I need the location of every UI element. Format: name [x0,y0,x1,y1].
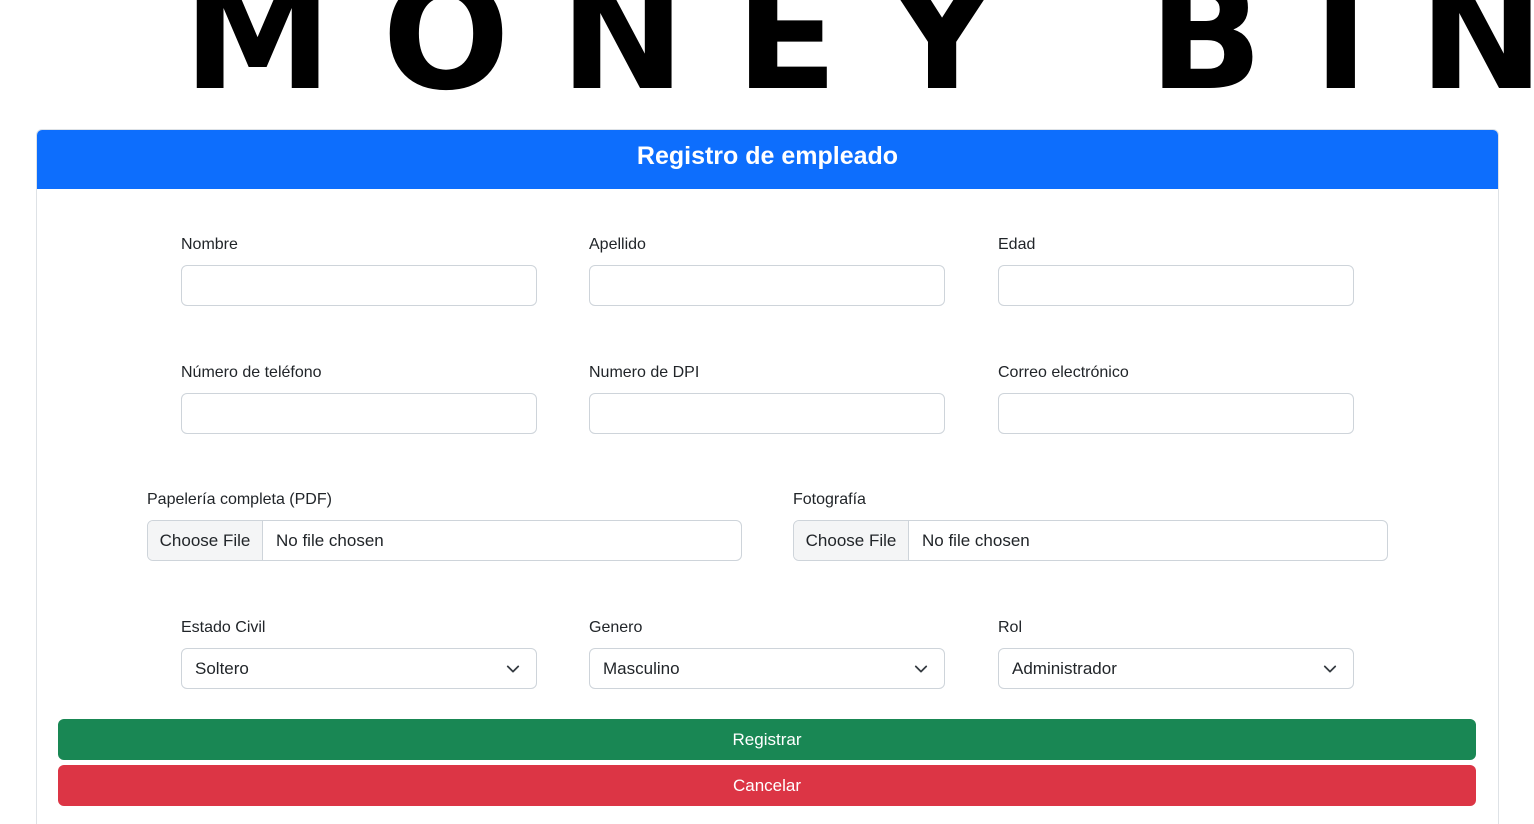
fotografia-file-status: No file chosen [922,531,1030,550]
dpi-input[interactable] [589,393,945,434]
dpi-label: Numero de DPI [589,364,700,381]
correo-group: Correo electrónico [998,363,1354,434]
papeleria-group: Papelería completa (PDF) Choose File No … [147,490,742,561]
estado-civil-group: Estado Civil Soltero [181,618,537,689]
edad-label: Edad [998,236,1036,253]
cancelar-button[interactable]: Cancelar [58,765,1476,806]
telefono-group: Número de teléfono [181,363,537,434]
rol-select[interactable]: Administrador [998,648,1354,689]
rol-label: Rol [998,619,1023,636]
papeleria-file-status: No file chosen [276,531,384,550]
genero-group: Genero Masculino [589,618,945,689]
papeleria-file-input[interactable]: Choose File No file chosen [147,520,742,561]
papeleria-label: Papelería completa (PDF) [147,491,332,508]
estado-civil-value: Soltero [195,659,249,678]
genero-value: Masculino [603,659,680,678]
fotografia-choose-file-button[interactable]: Choose File [794,521,909,560]
chevron-down-icon [506,665,520,673]
genero-select[interactable]: Masculino [589,648,945,689]
edad-group: Edad [998,235,1354,306]
fotografia-label: Fotografía [793,491,866,508]
rol-value: Administrador [1012,659,1117,678]
nombre-label: Nombre [181,236,238,253]
apellido-group: Apellido [589,235,945,306]
chevron-down-icon [1323,665,1337,673]
fotografia-file-input[interactable]: Choose File No file chosen [793,520,1388,561]
rol-group: Rol Administrador [998,618,1354,689]
nombre-input[interactable] [181,265,537,306]
apellido-label: Apellido [589,236,646,253]
money-bin-logo: MONEY BIN [183,0,1534,100]
genero-label: Genero [589,619,643,636]
telefono-input[interactable] [181,393,537,434]
correo-input[interactable] [998,393,1354,434]
estado-civil-select[interactable]: Soltero [181,648,537,689]
apellido-input[interactable] [589,265,945,306]
nombre-group: Nombre [181,235,537,306]
edad-input[interactable] [998,265,1354,306]
registrar-button[interactable]: Registrar [58,719,1476,760]
logo-area: MONEY BIN [0,0,1534,100]
correo-label: Correo electrónico [998,364,1129,381]
chevron-down-icon [914,665,928,673]
form-title: Registro de empleado [37,130,1498,189]
dpi-group: Numero de DPI [589,363,945,434]
telefono-label: Número de teléfono [181,364,322,381]
papeleria-choose-file-button[interactable]: Choose File [148,521,263,560]
fotografia-group: Fotografía Choose File No file chosen [793,490,1388,561]
estado-civil-label: Estado Civil [181,619,266,636]
